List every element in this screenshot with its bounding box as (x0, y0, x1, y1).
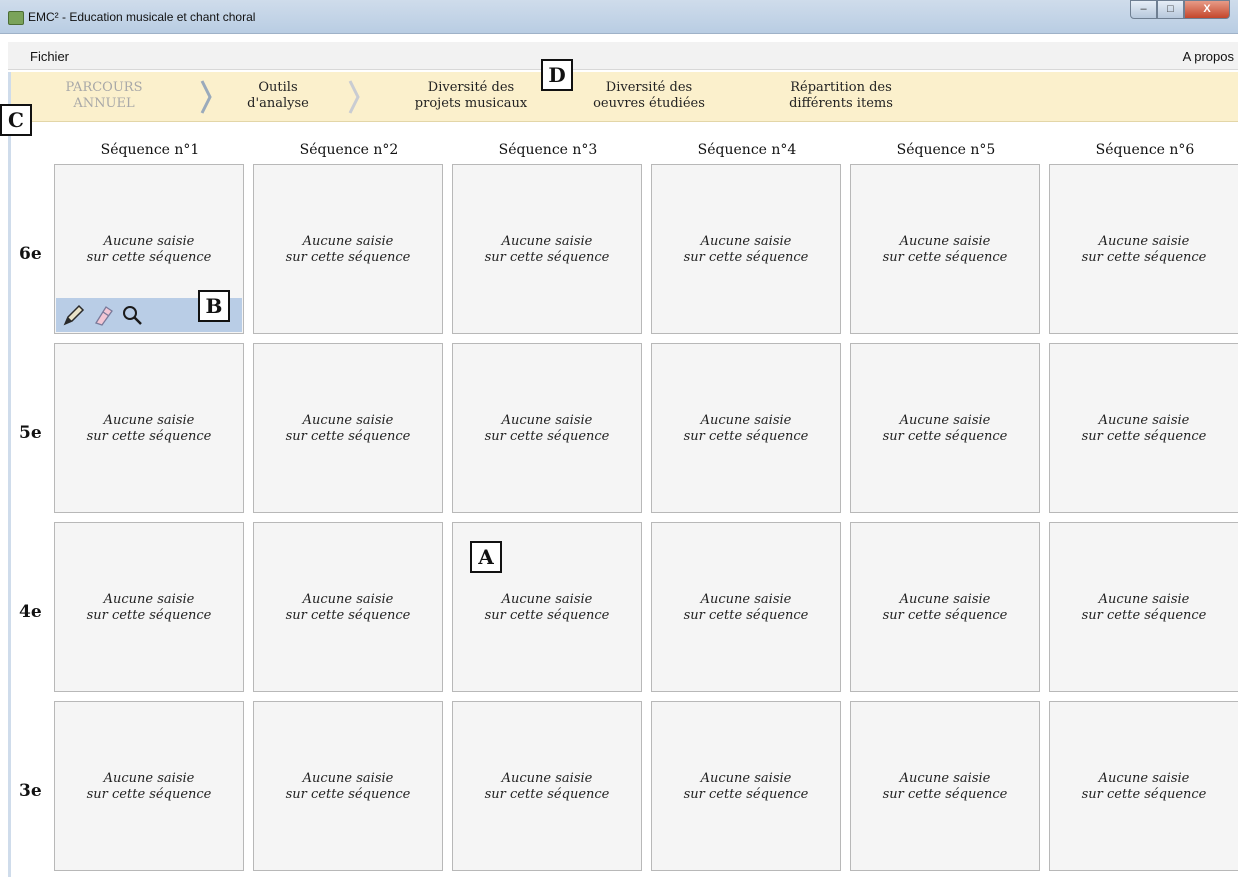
nav-parcours-annuel[interactable]: PARCOURS ANNUEL (54, 80, 154, 112)
sequence-cell[interactable]: Aucune saisie sur cette séquence B (54, 164, 244, 334)
sequence-header: Séquence n°1 (100, 142, 200, 158)
sequence-cell[interactable]: Aucune saisie sur cette séquence (452, 701, 642, 871)
sequence-cell[interactable]: Aucune saisie sur cette séquence (651, 343, 841, 513)
app-icon (8, 11, 24, 25)
menu-bar: Fichier A propos (8, 42, 1238, 70)
window-title: EMC² - Education musicale et chant chora… (28, 10, 256, 24)
marker-a: A (470, 541, 502, 573)
sequence-cell[interactable]: Aucune saisie sur cette séquence (253, 343, 443, 513)
menu-file[interactable]: Fichier (30, 49, 69, 64)
sequence-cell[interactable]: Aucune saisie sur cette séquence (850, 343, 1040, 513)
magnifier-icon[interactable] (120, 303, 144, 327)
maximize-button[interactable]: □ (1157, 0, 1184, 19)
sequence-cell[interactable]: Aucune saisie sur cette séquence (253, 164, 443, 334)
nav-outils-analyse[interactable]: Outils d'analyse (238, 80, 318, 112)
sequence-header: Séquence n°5 (896, 142, 996, 158)
sequence-cell[interactable]: Aucune saisie sur cette séquence (651, 164, 841, 334)
level-label: 5e (19, 423, 42, 443)
sequence-header: Séquence n°4 (697, 142, 797, 158)
sequence-cell[interactable]: Aucune saisie sur cette séquence (54, 343, 244, 513)
sequence-header: Séquence n°2 (299, 142, 399, 158)
sequence-cell[interactable]: Aucune saisie sur cette séquence (1049, 522, 1238, 692)
nav-diversite-projets[interactable]: Diversité des projets musicaux (406, 80, 536, 112)
level-label: 6e (19, 244, 42, 264)
sequence-cell[interactable]: Aucune saisie sur cette séquence (651, 701, 841, 871)
sequence-cell[interactable]: Aucune saisie sur cette séquence (1049, 343, 1238, 513)
level-label: 3e (19, 781, 42, 801)
nav-diversite-oeuvres[interactable]: Diversité des oeuvres étudiées (584, 80, 714, 112)
eraser-icon[interactable] (92, 303, 116, 327)
sequence-cell[interactable]: Aucune saisie sur cette séquence (1049, 701, 1238, 871)
sequence-header: Séquence n°3 (498, 142, 598, 158)
sequence-cell[interactable]: Aucune saisie sur cette séquence A (452, 522, 642, 692)
sequence-cell[interactable]: Aucune saisie sur cette séquence (850, 164, 1040, 334)
sequence-cell[interactable]: Aucune saisie sur cette séquence (850, 522, 1040, 692)
sequence-cell[interactable]: Aucune saisie sur cette séquence (452, 343, 642, 513)
chevron-right-icon (200, 80, 212, 114)
sequence-cell[interactable]: Aucune saisie sur cette séquence (54, 522, 244, 692)
sequence-cell[interactable]: Aucune saisie sur cette séquence (253, 701, 443, 871)
sequence-cell[interactable]: Aucune saisie sur cette séquence (54, 701, 244, 871)
sequence-cell[interactable]: Aucune saisie sur cette séquence (850, 701, 1040, 871)
minimize-button[interactable]: – (1130, 0, 1157, 19)
sequence-cell[interactable]: Aucune saisie sur cette séquence (452, 164, 642, 334)
nav-repartition-items[interactable]: Répartition des différents items (776, 80, 906, 112)
title-bar: EMC² - Education musicale et chant chora… (0, 0, 1238, 34)
sequence-cell[interactable]: Aucune saisie sur cette séquence (253, 522, 443, 692)
close-button[interactable]: X (1184, 0, 1230, 19)
left-frame (8, 72, 11, 877)
window-controls: – □ X (1130, 0, 1230, 19)
sequence-cell[interactable]: Aucune saisie sur cette séquence (651, 522, 841, 692)
pen-icon[interactable] (62, 303, 86, 327)
marker-c: C (0, 104, 32, 136)
marker-b: B (198, 290, 230, 322)
marker-d: D (541, 59, 573, 91)
level-label: 4e (19, 602, 42, 622)
sequence-cell[interactable]: Aucune saisie sur cette séquence (1049, 164, 1238, 334)
chevron-right-icon (348, 80, 360, 114)
menu-about[interactable]: A propos (1183, 49, 1234, 64)
sequence-header: Séquence n°6 (1095, 142, 1195, 158)
nav-strip: PARCOURS ANNUEL Outils d'analyse Diversi… (8, 72, 1238, 122)
